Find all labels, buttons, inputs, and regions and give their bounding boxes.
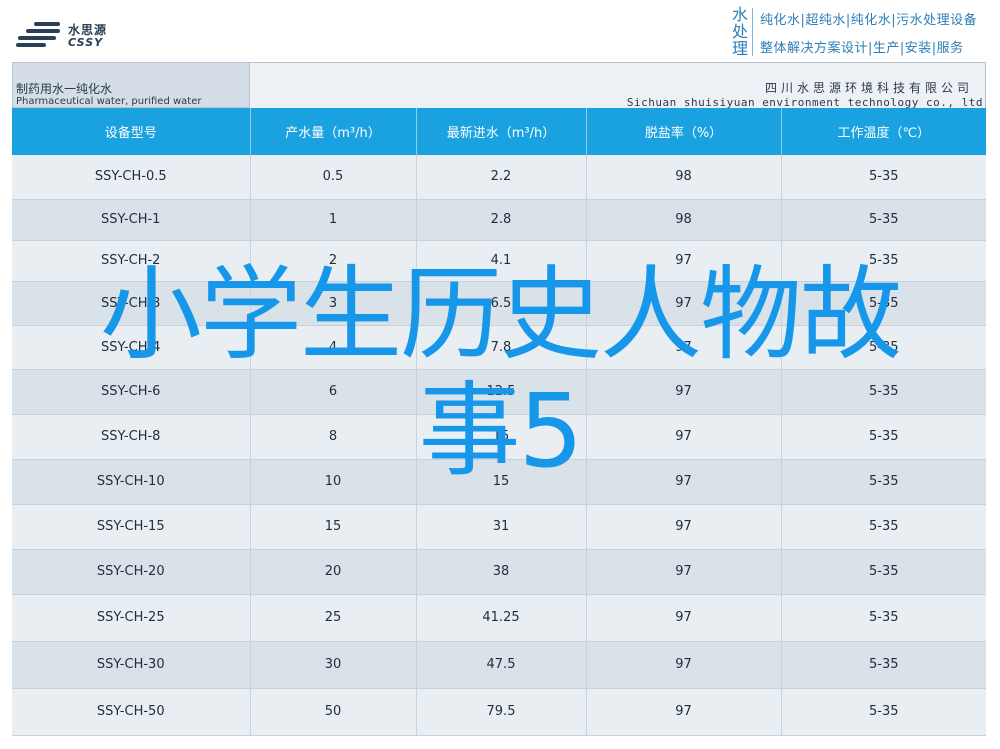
company-name-cn: 四川水思源环境科技有限公司 bbox=[764, 81, 973, 95]
cell-temperature: 5-35 bbox=[781, 641, 986, 689]
table-row: SSY-CH-25 25 41.25 97 5-35 bbox=[12, 594, 986, 642]
cell-output: 1 bbox=[250, 199, 417, 241]
cell-output: 10 bbox=[250, 459, 417, 505]
tagline-divider bbox=[752, 8, 753, 56]
cell-model: SSY-CH-8 bbox=[12, 414, 251, 460]
cell-output: 4 bbox=[250, 325, 417, 370]
table-title-cn: 制药用水一纯化水 bbox=[16, 82, 113, 96]
cell-inflow: 41.25 bbox=[416, 594, 587, 642]
spec-table: 设备型号 产水量（m³/h） 最新进水（m³/h） 脱盐率（%） 工作温度（℃）… bbox=[12, 108, 986, 736]
cell-model: SSY-CH-6 bbox=[12, 369, 251, 415]
header-model: 设备型号 bbox=[12, 108, 251, 155]
cell-temperature: 5-35 bbox=[781, 414, 986, 460]
table-row: SSY-CH-3 3 6.5 97 5-35 bbox=[12, 281, 986, 326]
cell-model: SSY-CH-30 bbox=[12, 641, 251, 689]
cell-desalination: 97 bbox=[586, 325, 782, 370]
cell-model: SSY-CH-50 bbox=[12, 688, 251, 736]
table-row: SSY-CH-6 6 12.5 97 5-35 bbox=[12, 369, 986, 415]
cell-inflow: 31 bbox=[416, 504, 587, 550]
cell-inflow: 7.8 bbox=[416, 325, 587, 370]
cell-desalination: 97 bbox=[586, 549, 782, 595]
table-row: SSY-CH-50 50 79.5 97 5-35 bbox=[12, 688, 986, 736]
table-row: SSY-CH-2 2 4.1 97 5-35 bbox=[12, 240, 986, 282]
cell-desalination: 97 bbox=[586, 414, 782, 460]
table-row: SSY-CH-8 8 15 97 5-35 bbox=[12, 414, 986, 460]
cell-temperature: 5-35 bbox=[781, 688, 986, 736]
cell-model: SSY-CH-3 bbox=[12, 281, 251, 326]
tagline-vertical: 水处理 bbox=[731, 5, 748, 58]
cell-desalination: 97 bbox=[586, 459, 782, 505]
cell-model: SSY-CH-1 bbox=[12, 199, 251, 241]
header-inflow: 最新进水（m³/h） bbox=[416, 108, 587, 155]
table-row: SSY-CH-30 30 47.5 97 5-35 bbox=[12, 641, 986, 689]
table-row: SSY-CH-4 4 7.8 97 5-35 bbox=[12, 325, 986, 370]
cell-model: SSY-CH-10 bbox=[12, 459, 251, 505]
cell-model: SSY-CH-15 bbox=[12, 504, 251, 550]
cell-model: SSY-CH-20 bbox=[12, 549, 251, 595]
cell-desalination: 98 bbox=[586, 155, 782, 200]
table-row: SSY-CH-20 20 38 97 5-35 bbox=[12, 549, 986, 595]
table-row: SSY-CH-1 1 2.8 98 5-35 bbox=[12, 199, 986, 241]
cell-model: SSY-CH-25 bbox=[12, 594, 251, 642]
cell-output: 30 bbox=[250, 641, 417, 689]
cell-desalination: 97 bbox=[586, 281, 782, 326]
header-temperature: 工作温度（℃） bbox=[781, 108, 986, 155]
tagline-services: 整体解决方案设计|生产|安装|服务 bbox=[760, 41, 964, 56]
brand-name-en: CSSY bbox=[68, 36, 104, 49]
cell-inflow: 12.5 bbox=[416, 369, 587, 415]
table-header-row: 设备型号 产水量（m³/h） 最新进水（m³/h） 脱盐率（%） 工作温度（℃） bbox=[12, 108, 986, 155]
table-row: SSY-CH-15 15 31 97 5-35 bbox=[12, 504, 986, 550]
cell-temperature: 5-35 bbox=[781, 594, 986, 642]
cell-desalination: 97 bbox=[586, 240, 782, 282]
cell-desalination: 98 bbox=[586, 199, 782, 241]
cell-output: 50 bbox=[250, 688, 417, 736]
cell-desalination: 97 bbox=[586, 369, 782, 415]
cell-temperature: 5-35 bbox=[781, 459, 986, 505]
cell-output: 15 bbox=[250, 504, 417, 550]
brand-logo: 水思源 CSSY bbox=[16, 16, 146, 56]
table-row: SSY-CH-10 10 15 97 5-35 bbox=[12, 459, 986, 505]
cell-desalination: 97 bbox=[586, 688, 782, 736]
cell-inflow: 47.5 bbox=[416, 641, 587, 689]
cell-model: SSY-CH-2 bbox=[12, 240, 251, 282]
table-title-en: Pharmaceutical water, purified water bbox=[16, 96, 202, 107]
cell-output: 6 bbox=[250, 369, 417, 415]
cell-desalination: 97 bbox=[586, 594, 782, 642]
cell-model: SSY-CH-0.5 bbox=[12, 155, 251, 200]
cell-temperature: 5-35 bbox=[781, 199, 986, 241]
cell-output: 3 bbox=[250, 281, 417, 326]
cell-desalination: 97 bbox=[586, 504, 782, 550]
table-row: SSY-CH-0.5 0.5 2.2 98 5-35 bbox=[12, 155, 986, 200]
cell-temperature: 5-35 bbox=[781, 281, 986, 326]
company-name-block: 四川水思源环境科技有限公司 Sichuan shuisiyuan environ… bbox=[250, 62, 986, 109]
cell-inflow: 15 bbox=[416, 459, 587, 505]
header-desalination: 脱盐率（%） bbox=[586, 108, 782, 155]
table-title: 制药用水一纯化水 Pharmaceutical water, purified … bbox=[12, 62, 250, 108]
cell-temperature: 5-35 bbox=[781, 504, 986, 550]
cell-output: 20 bbox=[250, 549, 417, 595]
cell-temperature: 5-35 bbox=[781, 549, 986, 595]
water-ripple-icon bbox=[16, 22, 64, 50]
cell-inflow: 15 bbox=[416, 414, 587, 460]
cell-inflow: 2.2 bbox=[416, 155, 587, 200]
cell-output: 25 bbox=[250, 594, 417, 642]
tagline-products: 纯化水|超纯水|纯化水|污水处理设备 bbox=[760, 13, 978, 28]
cell-desalination: 97 bbox=[586, 641, 782, 689]
cell-inflow: 2.8 bbox=[416, 199, 587, 241]
cell-temperature: 5-35 bbox=[781, 369, 986, 415]
cell-temperature: 5-35 bbox=[781, 240, 986, 282]
header-output: 产水量（m³/h） bbox=[250, 108, 417, 155]
cell-output: 0.5 bbox=[250, 155, 417, 200]
cell-temperature: 5-35 bbox=[781, 325, 986, 370]
cell-inflow: 38 bbox=[416, 549, 587, 595]
cell-inflow: 4.1 bbox=[416, 240, 587, 282]
cell-model: SSY-CH-4 bbox=[12, 325, 251, 370]
cell-temperature: 5-35 bbox=[781, 155, 986, 200]
cell-inflow: 79.5 bbox=[416, 688, 587, 736]
cell-inflow: 6.5 bbox=[416, 281, 587, 326]
cell-output: 2 bbox=[250, 240, 417, 282]
cell-output: 8 bbox=[250, 414, 417, 460]
